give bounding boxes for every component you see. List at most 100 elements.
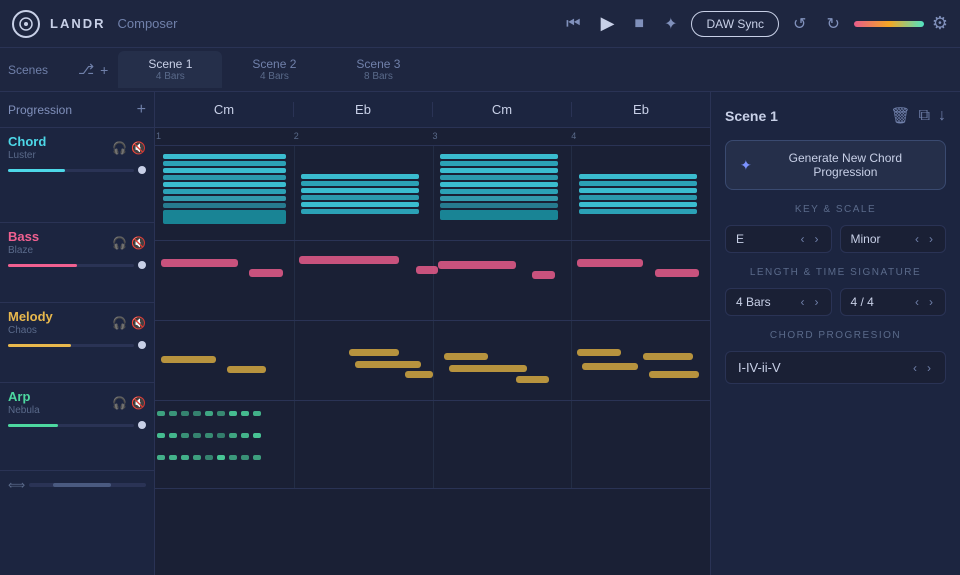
- main-area: Progression + Chord Luster 🎧 🔇: [0, 92, 960, 575]
- arp-dot: [241, 433, 249, 438]
- progress-bar: [854, 21, 924, 27]
- bar-numbers-row: 1 2 3 4: [155, 128, 710, 146]
- melody-note-12: [649, 371, 699, 378]
- melody-note-3: [349, 349, 399, 356]
- scale-next-button[interactable]: ›: [927, 232, 935, 246]
- bass-fader-knob[interactable]: [138, 261, 146, 269]
- chord-block-1: [161, 152, 289, 232]
- arp-fader-fill: [8, 424, 58, 427]
- key-next-button[interactable]: ›: [813, 232, 821, 246]
- add-track-button[interactable]: +: [137, 101, 146, 119]
- magic-button[interactable]: ✦: [658, 10, 683, 38]
- download-button[interactable]: ↓: [938, 106, 946, 126]
- skip-back-button[interactable]: ⏮: [560, 11, 586, 37]
- chord-lane: [155, 146, 710, 241]
- stop-button[interactable]: ■: [628, 11, 650, 37]
- bass-note-8: [655, 269, 699, 277]
- copy-button[interactable]: ⧉: [919, 106, 930, 126]
- arp-dot: [193, 411, 201, 416]
- arp-dot: [205, 455, 213, 460]
- scenes-actions: ⎇ +: [78, 61, 108, 78]
- scene-2-name: Scene 2: [252, 57, 296, 71]
- melody-fader: [8, 341, 146, 349]
- melody-headphones-button[interactable]: 🎧: [112, 316, 127, 330]
- time-sig-next-button[interactable]: ›: [927, 295, 935, 309]
- bass-note-3: [299, 256, 399, 264]
- melody-fader-knob[interactable]: [138, 341, 146, 349]
- arp-dot: [193, 455, 201, 460]
- delete-button[interactable]: 🗑: [890, 106, 910, 126]
- melody-track-top: Melody Chaos 🎧 🔇: [8, 309, 146, 336]
- app-header: LANDR Composer ⏮ ▶ ■ ✦ DAW Sync ↺ ↻ ⚙: [0, 0, 960, 48]
- melody-track-name: Melody: [8, 309, 53, 324]
- chord-header-row: Cm Eb Cm Eb: [155, 92, 710, 128]
- melody-mute-button[interactable]: 🔇: [131, 316, 146, 330]
- key-prev-button[interactable]: ‹: [799, 232, 807, 246]
- arp-dot: [229, 455, 237, 460]
- arp-lane: [155, 401, 710, 489]
- undo-button[interactable]: ↺: [787, 10, 812, 38]
- star-icon: ✦: [740, 157, 752, 174]
- chord-cell-1: Cm: [155, 102, 294, 117]
- chord-headphones-button[interactable]: 🎧: [112, 141, 127, 155]
- bass-fader-bar[interactable]: [8, 264, 134, 267]
- arp-fader-bar[interactable]: [8, 424, 134, 427]
- bass-mute-button[interactable]: 🔇: [131, 236, 146, 250]
- bass-fader-fill: [8, 264, 77, 267]
- generate-button[interactable]: ✦ Generate New Chord Progression: [725, 140, 946, 190]
- scenes-label: Scenes: [8, 63, 78, 77]
- arp-track-info: Arp Nebula: [8, 389, 40, 416]
- length-prev-button[interactable]: ‹: [799, 295, 807, 309]
- chord-fader-knob[interactable]: [138, 166, 146, 174]
- right-panel: Scene 1 🗑 ⧉ ↓ ✦ Generate New Chord Progr…: [710, 92, 960, 575]
- bass-headphones-button[interactable]: 🎧: [112, 236, 127, 250]
- melody-note-9: [577, 349, 621, 356]
- scroll-left-icon[interactable]: ⟺: [8, 478, 25, 492]
- scene-settings-button[interactable]: ⎇: [78, 61, 94, 78]
- length-control: 4 Bars ‹ ›: [725, 288, 832, 316]
- melody-fader-bar[interactable]: [8, 344, 134, 347]
- scene-1-name: Scene 1: [148, 57, 192, 71]
- bass-note-5: [438, 261, 516, 269]
- melody-fader-fill: [8, 344, 71, 347]
- settings-button[interactable]: ⚙: [932, 13, 948, 34]
- bass-track-icons: 🎧 🔇: [112, 236, 146, 250]
- melody-note-5: [405, 371, 433, 378]
- chord-cell-3: Cm: [433, 102, 572, 117]
- play-button[interactable]: ▶: [595, 9, 621, 38]
- key-scale-section: KEY & SCALE E ‹ › Minor ‹ ›: [725, 204, 946, 253]
- chord-prog-prev-button[interactable]: ‹: [911, 361, 919, 375]
- arp-mute-button[interactable]: 🔇: [131, 396, 146, 410]
- arp-dot: [157, 433, 165, 438]
- chord-fader-bar[interactable]: [8, 169, 134, 172]
- scene-tab-1[interactable]: Scene 1 4 Bars: [118, 51, 222, 88]
- arp-track-preset: Nebula: [8, 405, 40, 416]
- length-label: LENGTH & TIME SIGNATURE: [725, 267, 946, 278]
- scene-tabs: Scene 1 4 Bars Scene 2 4 Bars Scene 3 8 …: [118, 51, 430, 88]
- length-section: LENGTH & TIME SIGNATURE 4 Bars ‹ › 4 / 4…: [725, 267, 946, 316]
- length-next-button[interactable]: ›: [813, 295, 821, 309]
- chord-prog-next-button[interactable]: ›: [925, 361, 933, 375]
- add-scene-button[interactable]: +: [100, 62, 108, 78]
- scroll-bar[interactable]: [29, 483, 146, 487]
- bass-note-1: [161, 259, 239, 267]
- arp-headphones-button[interactable]: 🎧: [112, 396, 127, 410]
- arp-dot: [229, 433, 237, 438]
- scale-prev-button[interactable]: ‹: [913, 232, 921, 246]
- scene-tab-3[interactable]: Scene 3 8 Bars: [326, 51, 430, 88]
- key-control: E ‹ ›: [725, 225, 832, 253]
- chord-mute-button[interactable]: 🔇: [131, 141, 146, 155]
- chord-cell-2: Eb: [294, 102, 433, 117]
- chord-track-top: Chord Luster 🎧 🔇: [8, 134, 146, 161]
- daw-sync-button[interactable]: DAW Sync: [691, 11, 779, 37]
- scene-tab-2[interactable]: Scene 2 4 Bars: [222, 51, 326, 88]
- chord-block-4: [577, 172, 699, 232]
- redo-button[interactable]: ↻: [820, 10, 845, 38]
- arp-fader-knob[interactable]: [138, 421, 146, 429]
- logo-icon: [12, 10, 40, 38]
- bass-lane: [155, 241, 710, 321]
- arp-track-top: Arp Nebula 🎧 🔇: [8, 389, 146, 416]
- time-sig-prev-button[interactable]: ‹: [913, 295, 921, 309]
- arp-dot: [241, 455, 249, 460]
- melody-note-6: [444, 353, 488, 360]
